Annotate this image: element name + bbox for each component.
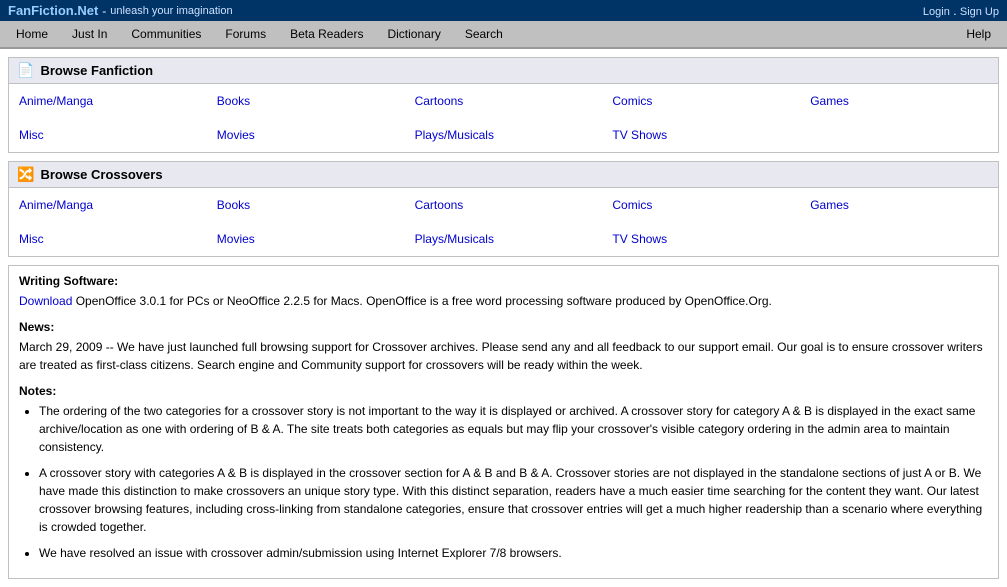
note-item-3: We have resolved an issue with crossover… — [39, 544, 988, 562]
writing-software-label: Writing Software: — [19, 274, 988, 288]
cat-ff-games[interactable]: Games — [800, 88, 998, 114]
cat-ff-empty — [800, 122, 998, 148]
notes-list: The ordering of the two categories for a… — [39, 402, 988, 562]
cat-ff-misc[interactable]: Misc — [9, 122, 207, 148]
browse-crossovers-title: Browse Crossovers — [40, 167, 162, 182]
nav-home[interactable]: Home — [4, 21, 60, 47]
writing-software-description: OpenOffice 3.0.1 for PCs or NeoOffice 2.… — [72, 294, 771, 308]
cat-ff-plays[interactable]: Plays/Musicals — [405, 122, 603, 148]
top-bar-sep2: . — [953, 4, 960, 18]
news-label: News: — [19, 320, 988, 334]
cat-ff-cartoons[interactable]: Cartoons — [405, 88, 603, 114]
top-bar-left: FanFiction.Net - unleash your imaginatio… — [8, 3, 233, 18]
browse-fanfiction-title: Browse Fanfiction — [40, 63, 153, 78]
top-bar: FanFiction.Net - unleash your imaginatio… — [0, 0, 1007, 21]
browse-fanfiction-header: 📄 Browse Fanfiction — [9, 58, 998, 84]
fanfiction-row1: Anime/Manga Books Cartoons Comics Games — [9, 84, 998, 118]
cat-co-empty — [800, 226, 998, 252]
browse-crossovers-box: 🔀 Browse Crossovers Anime/Manga Books Ca… — [8, 161, 999, 257]
cat-co-books[interactable]: Books — [207, 192, 405, 218]
browse-crossovers-header: 🔀 Browse Crossovers — [9, 162, 998, 188]
cat-ff-anime[interactable]: Anime/Manga — [9, 88, 207, 114]
note-item-2: A crossover story with categories A & B … — [39, 464, 988, 536]
download-link[interactable]: Download — [19, 294, 72, 308]
cat-co-comics[interactable]: Comics — [602, 192, 800, 218]
browse-fanfiction-box: 📄 Browse Fanfiction Anime/Manga Books Ca… — [8, 57, 999, 153]
cat-co-movies[interactable]: Movies — [207, 226, 405, 252]
nav-beta-readers[interactable]: Beta Readers — [278, 21, 375, 47]
cat-co-plays[interactable]: Plays/Musicals — [405, 226, 603, 252]
browse-fanfiction-icon: 📄 — [17, 62, 34, 79]
crossovers-row1: Anime/Manga Books Cartoons Comics Games — [9, 188, 998, 222]
cat-co-games[interactable]: Games — [800, 192, 998, 218]
cat-co-cartoons[interactable]: Cartoons — [405, 192, 603, 218]
cat-co-tvshows[interactable]: TV Shows — [602, 226, 800, 252]
nav-communities[interactable]: Communities — [119, 21, 213, 47]
nav-forums[interactable]: Forums — [213, 21, 278, 47]
cat-ff-books[interactable]: Books — [207, 88, 405, 114]
fanfiction-row2: Misc Movies Plays/Musicals TV Shows — [9, 118, 998, 152]
top-bar-right: Login . Sign Up — [923, 4, 999, 18]
nav-search[interactable]: Search — [453, 21, 515, 47]
top-bar-separator: - — [102, 4, 106, 18]
cat-ff-tvshows[interactable]: TV Shows — [602, 122, 800, 148]
cat-co-misc[interactable]: Misc — [9, 226, 207, 252]
info-area: Writing Software: Download OpenOffice 3.… — [8, 265, 999, 579]
nav-bar: Home Just In Communities Forums Beta Rea… — [0, 21, 1007, 49]
writing-software-text: Download OpenOffice 3.0.1 for PCs or Neo… — [19, 292, 988, 310]
nav-dictionary[interactable]: Dictionary — [375, 21, 452, 47]
note-item-1: The ordering of the two categories for a… — [39, 402, 988, 456]
signup-link[interactable]: Sign Up — [960, 6, 999, 18]
notes-label: Notes: — [19, 384, 988, 398]
browse-crossovers-icon: 🔀 — [17, 166, 34, 183]
site-tagline: unleash your imagination — [110, 5, 232, 17]
cat-ff-movies[interactable]: Movies — [207, 122, 405, 148]
news-text: March 29, 2009 -- We have just launched … — [19, 338, 988, 374]
content: 📄 Browse Fanfiction Anime/Manga Books Ca… — [0, 57, 1007, 579]
nav-help[interactable]: Help — [954, 21, 1003, 47]
cat-ff-comics[interactable]: Comics — [602, 88, 800, 114]
crossovers-row2: Misc Movies Plays/Musicals TV Shows — [9, 222, 998, 256]
cat-co-anime[interactable]: Anime/Manga — [9, 192, 207, 218]
nav-just-in[interactable]: Just In — [60, 21, 119, 47]
login-link[interactable]: Login — [923, 6, 950, 18]
site-logo[interactable]: FanFiction.Net — [8, 3, 98, 18]
